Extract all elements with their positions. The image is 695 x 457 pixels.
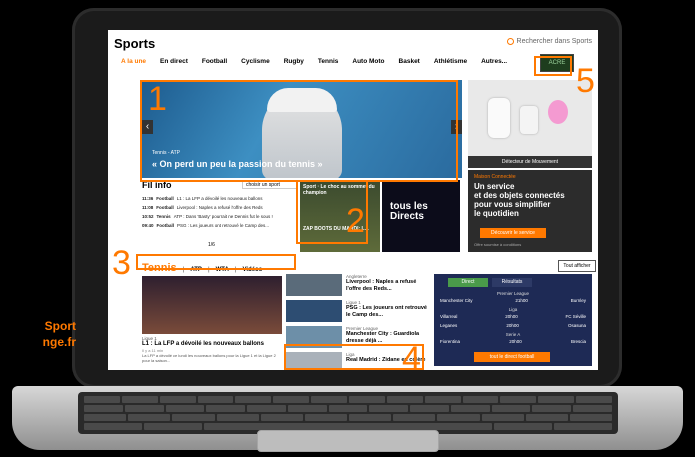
ad-promo-footer: Offre soumise à conditions	[474, 242, 522, 247]
fil-time: 11:08	[142, 205, 154, 210]
sensor-device-image	[520, 106, 538, 134]
highlight-box-1	[140, 80, 458, 182]
away-team: Osasuna	[567, 323, 586, 328]
league-label: Liga	[508, 307, 518, 312]
ad-caption: Détecteur de Mouvement	[468, 156, 592, 168]
all-directs-label: tous les Directs	[390, 201, 428, 222]
discover-service-button[interactable]: Découvrir le service	[480, 228, 546, 238]
news-title[interactable]: PSG : Les joueurs ont retrouvé le Camp d…	[346, 305, 428, 318]
news-thumbnail	[286, 300, 342, 322]
news-thumbnail	[286, 274, 342, 296]
main-article[interactable]: Ligue 1 L1 : La LFP a dévoilé les nouvea…	[142, 336, 282, 363]
fil-info-row[interactable]: 09:40 Football PSG : Les joueurs ont retro…	[142, 221, 298, 230]
search-icon[interactable]	[506, 38, 514, 45]
search-box[interactable]: Rechercher dans Sports	[506, 38, 592, 45]
keyboard	[78, 392, 618, 434]
match-row[interactable]: Villarreal 20h00 FC Séville	[440, 314, 586, 319]
side-text-line2: nge.fr	[42, 335, 76, 349]
ad-smart-home-devices[interactable]: Détecteur de Mouvement	[468, 80, 592, 168]
league-label: Premier League	[496, 291, 530, 296]
sports-nav: A la une En direct Football Cyclisme Rug…	[114, 58, 594, 65]
nav-item-autres[interactable]: Autres...	[474, 58, 514, 65]
fil-info: Fil info choisir un sport 11:36 Football L…	[142, 180, 298, 252]
highlight-box-3	[136, 254, 296, 270]
fil-time: 11:36	[142, 196, 154, 201]
fil-sport: Football	[156, 205, 174, 210]
side-text: Sport nge.fr	[0, 318, 76, 350]
scoreboard-widget: Direct Résultats Premier League Manchest…	[434, 274, 592, 366]
camera-device-image	[488, 98, 510, 138]
page-title: Sports	[114, 36, 156, 51]
away-team: Brescia	[570, 339, 586, 344]
main-article-title[interactable]: L1 : La LFP a dévoilé les nouveaux ballo…	[142, 341, 282, 348]
main-article-body: La LFP a dévoilé ce lundi les nouveaux b…	[142, 353, 276, 363]
side-text-line1: Sport	[44, 319, 76, 333]
fil-text: PSG : Les joueurs ont retrouvé le Camp d…	[177, 223, 270, 228]
league-label: Serie A	[505, 332, 521, 337]
fil-sport: Football	[156, 196, 174, 201]
tab-resultats[interactable]: Résultats	[492, 278, 532, 287]
fil-info-row[interactable]: 11:08 Football Liverpool : Naples a refusé…	[142, 203, 298, 212]
nav-item-athletisme[interactable]: Athlétisme	[427, 58, 474, 65]
fil-info-pager[interactable]: 1/6	[208, 242, 215, 248]
match-score: 20h00	[506, 323, 519, 328]
fil-text: L1 : La LFP a dévoilé les nouveaux ballo…	[176, 196, 263, 201]
nav-item-auto-moto[interactable]: Auto Moto	[345, 58, 391, 65]
trackpad	[257, 430, 439, 452]
match-row[interactable]: Manchester City 21h00 Burnley	[440, 298, 586, 303]
main-article-photo[interactable]	[142, 276, 282, 334]
nav-item-basket[interactable]: Basket	[392, 58, 427, 65]
bulb-device-image	[548, 100, 568, 124]
show-all-button[interactable]: Tout afficher	[558, 260, 596, 272]
nav-item-football[interactable]: Football	[195, 58, 234, 65]
fil-text: Liverpool : Naples a refusé l'offre des …	[176, 205, 263, 210]
fil-time: 10:52	[142, 214, 154, 219]
all-directs-tile[interactable]: tous les Directs	[382, 180, 460, 252]
match-score: 20h00	[509, 339, 522, 344]
search-label[interactable]: Rechercher dans Sports	[517, 38, 592, 45]
fil-info-row[interactable]: 11:36 Football L1 : La LFP a dévoilé les n…	[142, 194, 298, 203]
list-item[interactable]: Angleterre Liverpool : Naples a refusé l'…	[286, 274, 428, 298]
annotation-number-2: 2	[346, 202, 365, 240]
list-item[interactable]: Ligue 1 PSG : Les joueurs ont retrouvé le…	[286, 300, 428, 324]
home-team: Villarreal	[440, 314, 458, 319]
all-live-football-button[interactable]: tout le direct football	[474, 352, 550, 362]
match-score: 21h00	[515, 298, 528, 303]
fil-sport: Tennis	[156, 214, 171, 219]
match-row[interactable]: Leganes 20h00 Osasuna	[440, 323, 586, 328]
match-row[interactable]: Fiorentina 20h00 Brescia	[440, 339, 586, 344]
annotation-number-4: 4	[402, 340, 421, 378]
home-team: Manchester City	[440, 298, 473, 303]
ad-promo-kicker: Maison Connectée	[474, 174, 516, 180]
annotation-number-3: 3	[112, 244, 131, 282]
nav-item-cyclisme[interactable]: Cyclisme	[234, 58, 277, 65]
away-team: Burnley	[570, 298, 586, 303]
fil-time: 09:40	[142, 223, 154, 228]
highlight-box-5	[534, 56, 572, 76]
annotation-number-1: 1	[148, 80, 167, 118]
fil-info-row[interactable]: 10:52 Tennis ATP : Dans 'Basty' pourrait n…	[142, 212, 298, 221]
annotation-number-5: 5	[576, 62, 595, 100]
news-title[interactable]: Liverpool : Naples a refusé l'offre des …	[346, 279, 428, 292]
nav-item-rugby[interactable]: Rugby	[277, 58, 311, 65]
nav-item-tennis[interactable]: Tennis	[311, 58, 345, 65]
match-score: 20h00	[505, 314, 518, 319]
fil-text: ATP : Dans 'Basty' pourrait ne Dennis fu…	[173, 214, 273, 219]
ad-promo-text: Un service et des objets connectés pour …	[474, 182, 565, 218]
away-team: FC Séville	[565, 314, 586, 319]
home-team: Fiorentina	[440, 339, 461, 344]
ad-promo-panel: Maison Connectée Un service et des objet…	[468, 170, 592, 252]
fil-sport: Football	[156, 223, 175, 228]
fil-info-list: 11:36 Football L1 : La LFP a dévoilé les n…	[142, 194, 298, 230]
home-team: Leganes	[440, 323, 458, 328]
nav-item-a-la-une[interactable]: A la une	[114, 58, 153, 65]
tab-direct[interactable]: Direct	[448, 278, 488, 287]
nav-item-en-direct[interactable]: En direct	[153, 58, 195, 65]
